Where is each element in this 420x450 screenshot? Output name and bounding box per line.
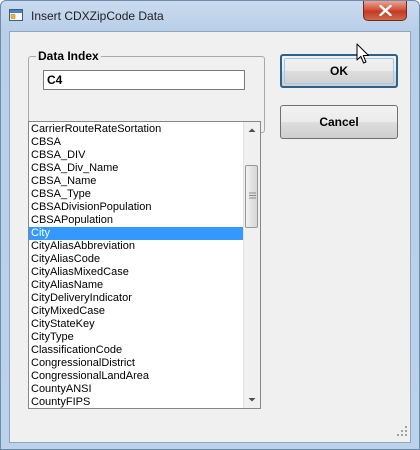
cancel-button-label: Cancel [319,115,359,129]
field-list-items: CarrierRouteRateSortation CBSA CBSA_DIV CBS… [29,123,243,408]
close-button[interactable] [363,1,407,21]
data-index-legend: Data Index [36,49,101,63]
list-item[interactable]: CBSA_DIV [29,149,243,162]
list-item[interactable]: CarrierRouteRateSortation [29,123,243,136]
dialog-window: Insert CDXZipCode Data Data Index OK Can… [0,0,420,450]
list-item[interactable]: CityAliasName [29,279,243,292]
scroll-thumb[interactable] [245,165,258,228]
triangle-down-icon [244,397,260,408]
mouse-pointer-icon [356,43,370,68]
list-item[interactable]: CityAliasCode [29,253,243,266]
list-item[interactable]: CongressionalLandArea [29,370,243,383]
ok-button-focus-ring [284,58,394,84]
list-item[interactable]: CountyFIPS [29,396,243,408]
cancel-button[interactable]: Cancel [280,105,398,139]
resize-grip-icon[interactable] [396,425,408,440]
field-listbox[interactable]: CarrierRouteRateSortation CBSA CBSA_DIV CBS… [28,121,261,409]
list-item[interactable]: CBSA_Div_Name [29,162,243,175]
scroll-up-button[interactable] [244,122,260,139]
title-bar[interactable]: Insert CDXZipCode Data [1,1,419,31]
list-item[interactable]: CityType [29,331,243,344]
ok-button[interactable]: OK [280,54,398,88]
list-item[interactable]: CBSA [29,136,243,149]
list-item[interactable]: CityStateKey [29,318,243,331]
triangle-up-icon [244,128,260,142]
list-item[interactable]: CityAliasMixedCase [29,266,243,279]
list-item[interactable]: CityMixedCase [29,305,243,318]
app-window-icon [9,9,23,21]
list-item[interactable]: ClassificationCode [29,344,243,357]
list-item[interactable]: CBSAPopulation [29,214,243,227]
scroll-down-button[interactable] [244,391,260,408]
list-item[interactable]: CBSA_Type [29,188,243,201]
list-item[interactable]: City [29,227,243,240]
list-item[interactable]: CBSA_Name [29,175,243,188]
list-item[interactable]: CongressionalDistrict [29,357,243,370]
window-title: Insert CDXZipCode Data [31,9,164,23]
vertical-scrollbar[interactable] [243,122,260,408]
list-item[interactable]: CBSADivisionPopulation [29,201,243,214]
dialog-client-area: Data Index OK Cancel CarrierRouteRateSor… [9,31,411,443]
list-item[interactable]: CityDeliveryIndicator [29,292,243,305]
list-item[interactable]: CityAliasAbbreviation [29,240,243,253]
list-item[interactable]: CountyANSI [29,383,243,396]
data-index-input[interactable] [43,70,245,90]
